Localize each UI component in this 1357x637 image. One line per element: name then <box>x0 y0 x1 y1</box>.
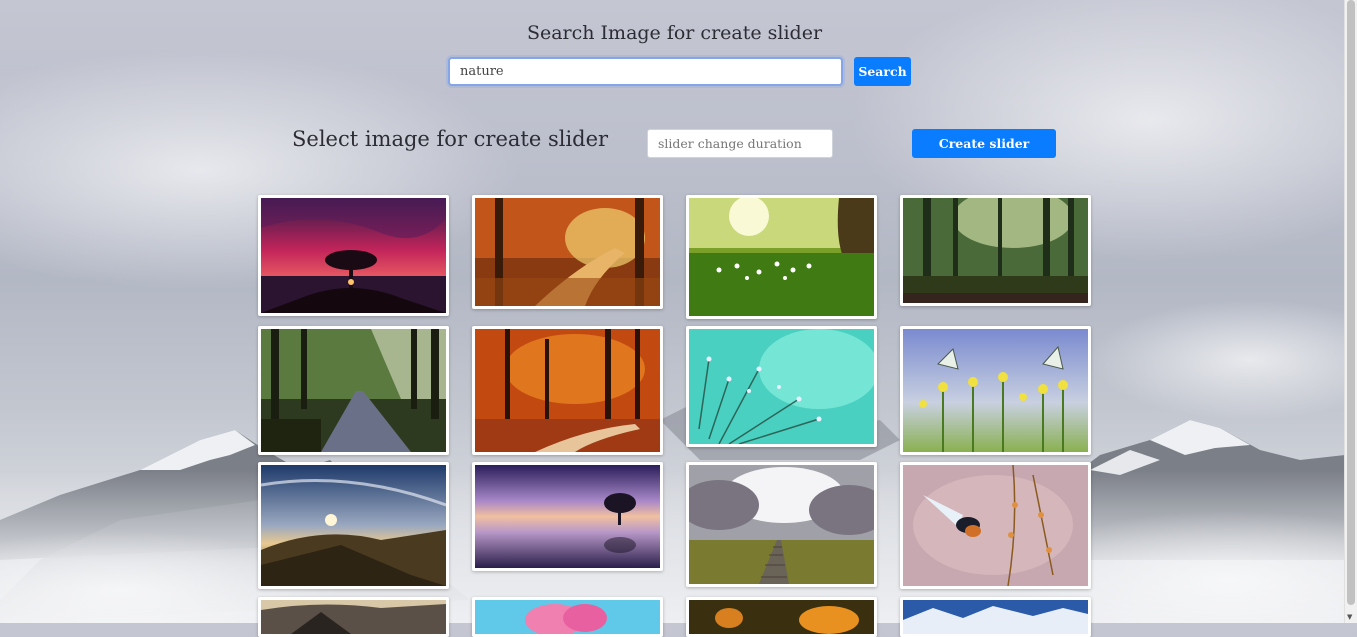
gallery-image-pink-flower[interactable] <box>472 597 663 637</box>
gallery-image-dandelion[interactable] <box>686 326 877 447</box>
gallery-image-snowy-range[interactable] <box>900 597 1091 637</box>
gallery-image-butterflies[interactable] <box>900 326 1091 455</box>
scroll-down-arrow-icon[interactable]: ▼ <box>1347 613 1352 621</box>
gallery-image-forest-road[interactable] <box>258 326 449 455</box>
select-images-heading: Select image for create slider <box>292 127 609 151</box>
gallery-image-tree-sunset[interactable] <box>258 195 449 316</box>
scrollbar-thumb[interactable] <box>1347 0 1355 605</box>
search-button[interactable]: Search <box>854 57 911 86</box>
create-slider-button[interactable]: Create slider <box>912 129 1056 158</box>
gallery-image-cloudy-peak[interactable] <box>258 597 449 637</box>
gallery-image-butterfly-orange[interactable] <box>686 597 877 637</box>
vertical-scrollbar[interactable]: ▼ <box>1344 0 1357 623</box>
search-input[interactable] <box>448 57 843 86</box>
gallery-image-mountain-sunset[interactable] <box>258 462 449 589</box>
gallery-image-misty-forest[interactable] <box>900 195 1091 306</box>
gallery-image-red-autumn[interactable] <box>472 326 663 455</box>
search-heading: Search Image for create slider <box>526 22 823 44</box>
gallery-image-autumn-path[interactable] <box>472 195 663 309</box>
gallery-image-bird-flight[interactable] <box>900 462 1091 589</box>
gallery-image-railway[interactable] <box>686 462 877 587</box>
gallery-image-sunny-meadow[interactable] <box>686 195 877 319</box>
slider-duration-input[interactable] <box>647 129 833 158</box>
gallery-image-lone-tree-lake[interactable] <box>472 462 663 571</box>
mountain-fog-background <box>0 0 1345 623</box>
